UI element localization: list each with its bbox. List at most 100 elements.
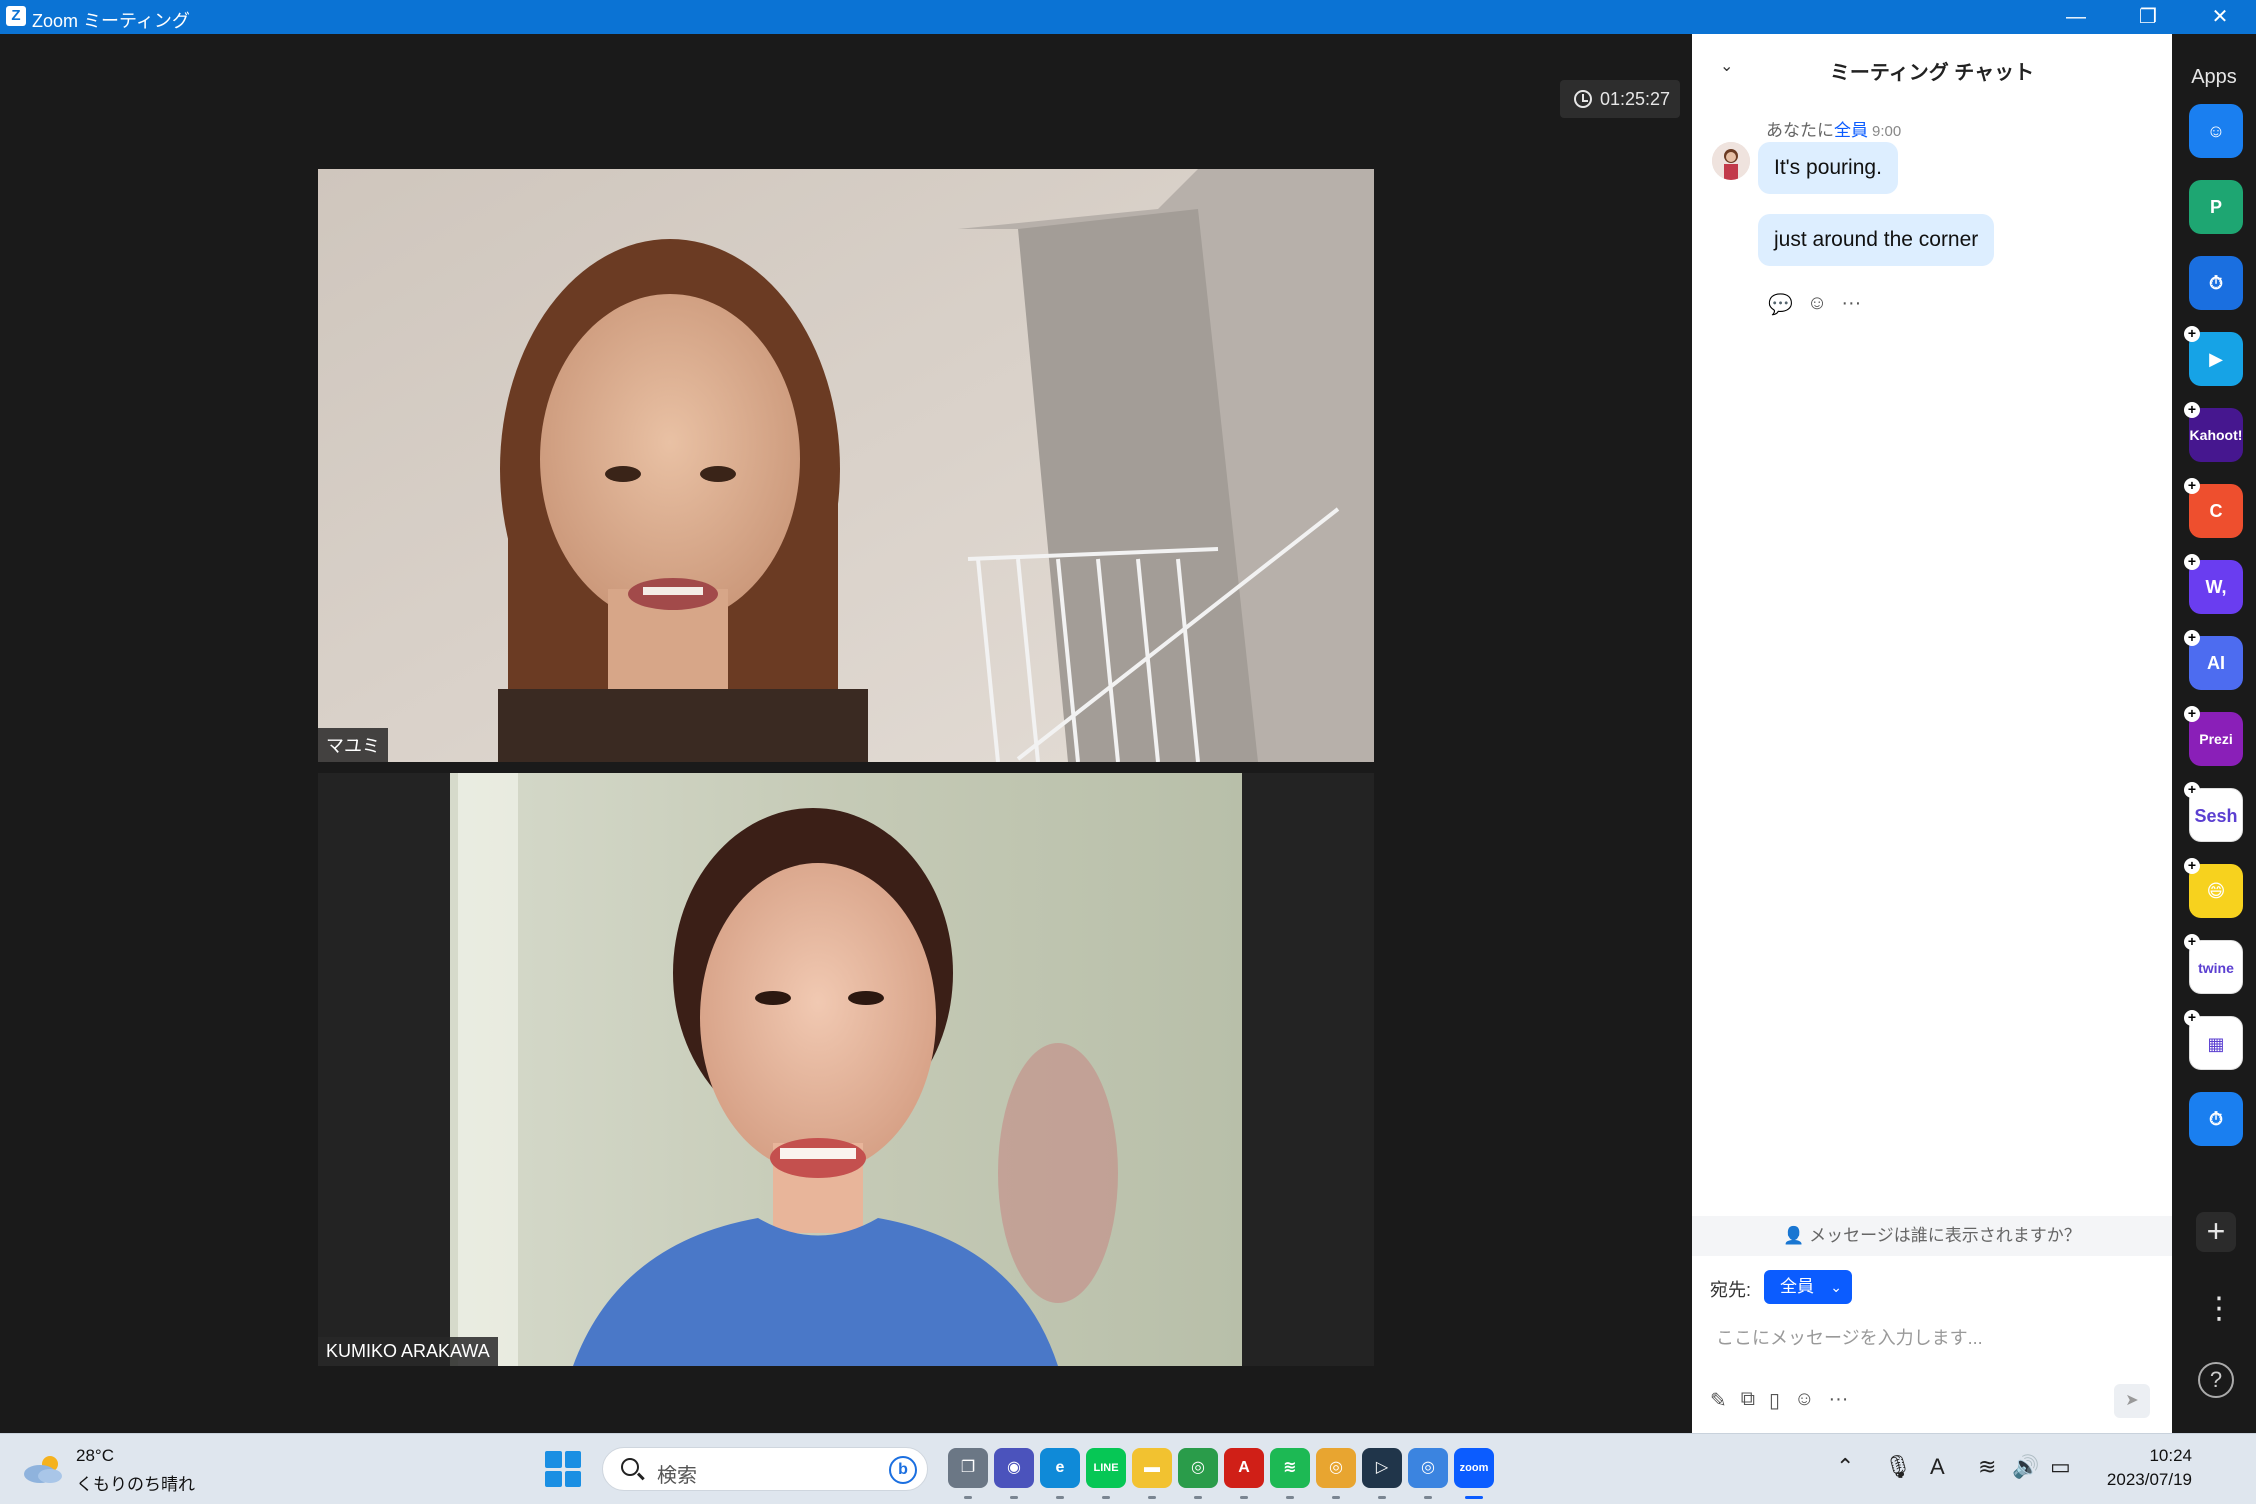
start-button[interactable] (545, 1451, 581, 1487)
add-badge-icon: + (2184, 706, 2200, 722)
message-sender: あなたに (1766, 121, 1834, 140)
add-badge-icon: + (2184, 934, 2200, 950)
close-button[interactable]: ✕ (2190, 0, 2250, 34)
recipient-dropdown[interactable]: 全員 ⌄ (1764, 1270, 1852, 1304)
ime-icon[interactable]: A (1930, 1454, 1945, 1480)
format-text-icon[interactable]: ✎ (1710, 1388, 1727, 1413)
meeting-chat-panel: ⌄ ミーティング チャット あなたに全員 9:00 It's pouring. j… (1692, 34, 2172, 1433)
running-indicator (1194, 1496, 1202, 1499)
more-icon[interactable]: ··· (1828, 1388, 1848, 1413)
timer-text: 01:25:27 (1600, 89, 1671, 109)
weather-temperature[interactable]: 28°C (76, 1446, 114, 1466)
add-reaction-icon[interactable]: ☺ (1807, 292, 1827, 317)
add-badge-icon: + (2184, 554, 2200, 570)
chrome-profile-2-icon[interactable]: ◎ (1408, 1448, 1448, 1488)
minimize-icon: — (2066, 6, 2086, 28)
close-icon: ✕ (2211, 6, 2229, 28)
weather-cloud-icon[interactable] (22, 1454, 66, 1484)
running-indicator (1465, 1496, 1483, 1499)
taskbar-search[interactable]: 検索 b (602, 1447, 928, 1491)
running-indicator (1102, 1496, 1110, 1499)
weather-description[interactable]: くもりのち晴れ (76, 1470, 195, 1495)
add-badge-icon: + (2184, 402, 2200, 418)
meeting-timer[interactable]: 01:25:27 (1560, 80, 1680, 118)
add-badge-icon: + (2184, 782, 2200, 798)
running-indicator (1240, 1496, 1248, 1499)
zoom-icon[interactable]: zoom (1454, 1448, 1494, 1488)
timer-app-icon[interactable]: ⏱ (2189, 256, 2243, 310)
file-explorer-icon[interactable]: ▬ (1132, 1448, 1172, 1488)
restore-icon: ❐ (2139, 6, 2157, 28)
message-recipient-link[interactable]: 全員 (1834, 121, 1868, 140)
restore-button[interactable]: ❐ (2118, 0, 2178, 34)
running-indicator (1332, 1496, 1340, 1499)
smile-app-icon[interactable]: ☺ (2189, 104, 2243, 158)
clock-icon (1574, 90, 1592, 108)
reply-icon[interactable]: 💬 (1768, 292, 1793, 317)
participant-name-tag: マユミ (318, 728, 388, 762)
chat-header: ⌄ ミーティング チャット (1692, 34, 2172, 100)
participant-video (318, 169, 1374, 762)
battery-icon[interactable]: ▭ (2050, 1454, 2071, 1480)
search-icon (621, 1458, 639, 1476)
meeting-stage: 01:25:27 マユミ KUMIKO ARAKAWA (0, 34, 1692, 1433)
more-options-icon[interactable]: ⋮ (2204, 1294, 2234, 1324)
add-badge-icon: + (2184, 630, 2200, 646)
chrome-profile-1-icon[interactable]: ◎ (1316, 1448, 1356, 1488)
spotify-icon[interactable]: ≋ (1270, 1448, 1310, 1488)
task-view-icon[interactable]: ❐ (948, 1448, 988, 1488)
search-placeholder: 検索 (657, 1465, 697, 1487)
taskbar-time[interactable]: 10:24 (2106, 1446, 2192, 1466)
wifi-icon[interactable]: ≋ (1978, 1454, 1996, 1480)
running-indicator (1286, 1496, 1294, 1499)
more-icon[interactable]: ··· (1841, 292, 1861, 317)
bing-icon[interactable]: b (889, 1456, 917, 1484)
apps-label: Apps (2191, 66, 2237, 88)
visibility-prompt-text: メッセージは誰に表示されますか？ (1809, 1226, 2081, 1245)
dev-tool-icon[interactable]: ▷ (1362, 1448, 1402, 1488)
emoji-icon[interactable]: ☺ (1794, 1388, 1814, 1413)
add-badge-icon: + (2184, 1010, 2200, 1026)
chevron-up-icon[interactable]: ⌃ (1836, 1454, 1854, 1480)
minimize-button[interactable]: — (2046, 0, 2106, 34)
composer-toolbar: ✎ ⧉ ▯ ☺ ··· (1710, 1388, 1848, 1413)
message-actions: 💬 ☺ ··· (1768, 292, 1861, 317)
chrome-icon[interactable]: ◎ (1178, 1448, 1218, 1488)
add-app-button[interactable]: + (2196, 1212, 2236, 1252)
running-indicator (1424, 1496, 1432, 1499)
participant-video-tile[interactable]: KUMIKO ARAKAWA (318, 773, 1374, 1366)
acrobat-icon[interactable]: A (1224, 1448, 1264, 1488)
chat-message-input[interactable] (1716, 1318, 2146, 1358)
screenshot-icon[interactable]: ⧉ (1741, 1388, 1755, 1413)
teams-icon[interactable]: ◉ (994, 1448, 1034, 1488)
send-button[interactable]: ➤ (2114, 1384, 2150, 1418)
edge-icon[interactable]: e (1040, 1448, 1080, 1488)
visibility-prompt[interactable]: 👤 メッセージは誰に表示されますか？ (1692, 1216, 2172, 1256)
stopwatch-app-icon[interactable]: ⏱ (2189, 1092, 2243, 1146)
chat-message[interactable]: just around the corner (1758, 214, 1995, 266)
p-app-icon[interactable]: P (2189, 180, 2243, 234)
taskbar-date[interactable]: 2023/07/19 (2096, 1470, 2192, 1490)
file-icon[interactable]: ▯ (1769, 1388, 1780, 1413)
running-indicator (964, 1496, 972, 1499)
running-indicator (1148, 1496, 1156, 1499)
recipient-value: 全員 (1780, 1277, 1814, 1296)
participant-video-tile[interactable]: マユミ (318, 169, 1374, 762)
message-time: 9:00 (1872, 123, 1902, 140)
running-indicator (1378, 1496, 1386, 1499)
add-badge-icon: + (2184, 478, 2200, 494)
volume-icon[interactable]: 🔊 (2012, 1454, 2039, 1480)
windows-taskbar: 28°C くもりのち晴れ 検索 b ❐ ◉ e LINE ▬ ◎ A ≋ ◎ ▷ ◎ zoom ⌃ 🎙… (0, 1433, 2256, 1504)
zoom-logo-icon: Z (6, 6, 26, 26)
add-badge-icon: + (2184, 326, 2200, 342)
running-indicator (1010, 1496, 1018, 1499)
chat-title: ミーティング チャット (1829, 62, 2035, 84)
chat-message[interactable]: It's pouring. (1758, 142, 1898, 194)
microphone-icon[interactable]: 🎙 (1884, 1454, 1912, 1480)
line-icon[interactable]: LINE (1086, 1448, 1126, 1488)
running-indicator (1056, 1496, 1064, 1499)
chevron-down-icon: ⌄ (1830, 1279, 1842, 1295)
participant-video (318, 773, 1374, 1366)
help-icon[interactable]: ? (2198, 1362, 2234, 1398)
apps-rail: Apps ☺ P ⏱ ▶ + Kahoot! + C + W, + AI + Prezi + Sesh + 😄 + t… (2172, 34, 2256, 1433)
